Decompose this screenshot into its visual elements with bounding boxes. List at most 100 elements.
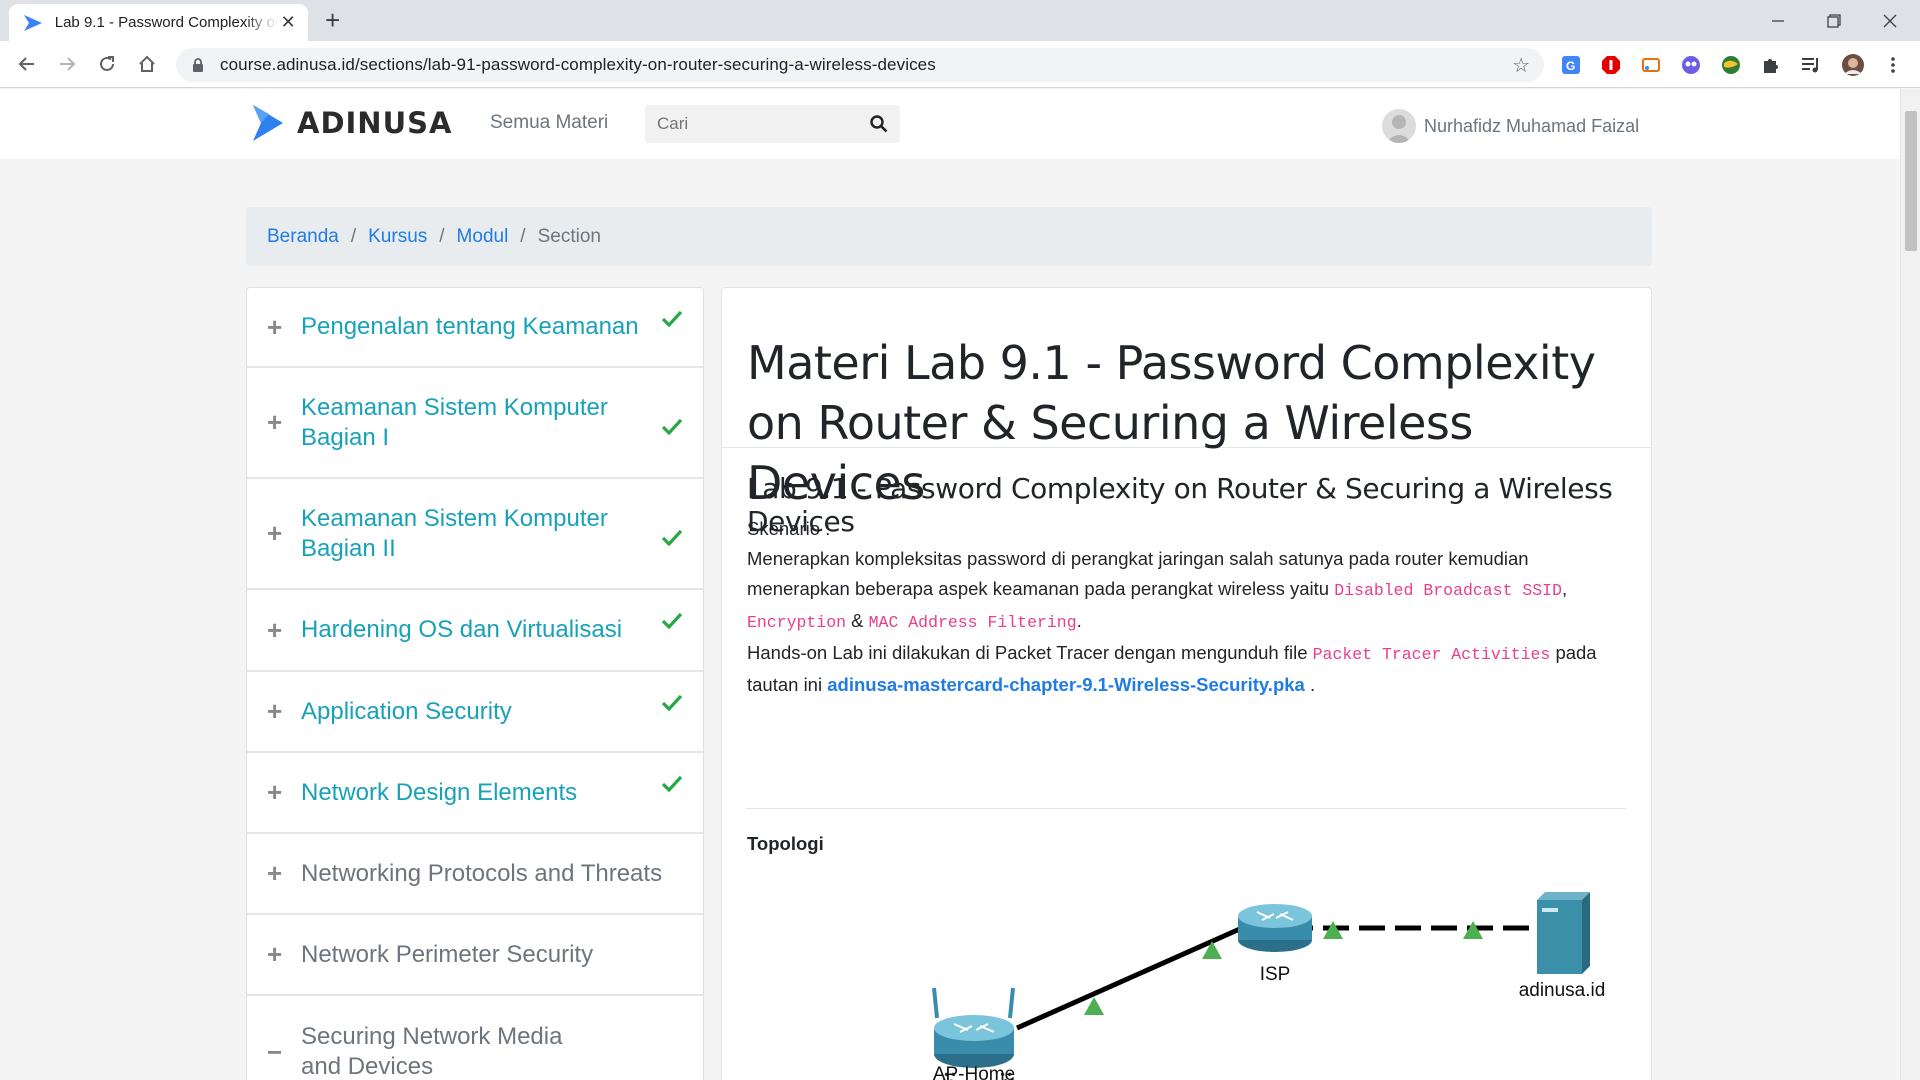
breadcrumb-beranda[interactable]: Beranda bbox=[267, 226, 339, 248]
site-navbar: ADINUSA Semua Materi Nurhafidz Muhamad F… bbox=[0, 89, 1900, 159]
search-input[interactable] bbox=[655, 113, 855, 135]
sidebar-item-application-security[interactable]: + Application Security bbox=[247, 672, 703, 753]
node-label-isp: ISP bbox=[1260, 964, 1291, 985]
url-text: course.adinusa.id/sections/lab-91-passwo… bbox=[220, 55, 936, 74]
user-avatar bbox=[1382, 109, 1416, 143]
check-icon bbox=[661, 529, 683, 547]
bookmark-star-icon[interactable]: ☆ bbox=[1512, 53, 1530, 78]
sidebar-item-network-design[interactable]: + Network Design Elements bbox=[247, 753, 703, 834]
check-icon bbox=[661, 310, 683, 328]
node-label-adinusa: adinusa.id bbox=[1519, 980, 1606, 1001]
extension-mask-icon[interactable] bbox=[1678, 52, 1704, 78]
search-box bbox=[645, 105, 900, 143]
module-label: Application Security bbox=[301, 697, 512, 725]
expand-plus-icon[interactable]: + bbox=[267, 858, 295, 889]
adinusa-logo-icon bbox=[253, 105, 283, 141]
logo-text: ADINUSA bbox=[297, 106, 453, 140]
nav-link-semua-materi[interactable]: Semua Materi bbox=[490, 112, 608, 134]
lock-icon[interactable] bbox=[190, 57, 206, 73]
extension-globe-icon[interactable] bbox=[1718, 52, 1744, 78]
adblock-icon[interactable] bbox=[1598, 52, 1624, 78]
reload-icon[interactable] bbox=[92, 49, 122, 79]
cast-icon[interactable] bbox=[1638, 52, 1664, 78]
extensions-puzzle-icon[interactable] bbox=[1758, 52, 1784, 78]
scrollbar-thumb[interactable] bbox=[1905, 111, 1917, 251]
breadcrumb: Beranda / Kursus / Modul / Section bbox=[246, 207, 1652, 266]
check-icon bbox=[661, 694, 683, 712]
wireless-router-icon bbox=[932, 987, 1015, 1068]
sidebar-item-pengenalan[interactable]: + Pengenalan tentang Keamanan bbox=[247, 288, 703, 368]
card-header: Materi Lab 9.1 - Password Complexity on … bbox=[722, 288, 1651, 510]
browser-tab[interactable]: Lab 9.1 - Password Complexity on Router … bbox=[9, 4, 308, 41]
link-ap-isp bbox=[1015, 925, 1244, 1031]
browser-menu-icon[interactable] bbox=[1880, 52, 1906, 78]
user-menu[interactable]: Nurhafidz Muhamad Faizal bbox=[1382, 109, 1639, 143]
divider bbox=[747, 808, 1627, 809]
tab-close-icon[interactable]: ✕ bbox=[278, 12, 298, 33]
google-translate-icon[interactable]: G bbox=[1558, 52, 1584, 78]
tab-title: Lab 9.1 - Password Complexity on Router … bbox=[54, 14, 278, 31]
module-label: Pengenalan tentang Keamanan bbox=[301, 313, 639, 340]
scenario-text: Skenario : Menerapkan kompleksitas passw… bbox=[747, 514, 1627, 700]
media-queue-icon[interactable] bbox=[1798, 52, 1824, 78]
address-bar[interactable]: course.adinusa.id/sections/lab-91-passwo… bbox=[176, 48, 1544, 82]
code-packet-tracer-activities: Packet Tracer Activities bbox=[1312, 645, 1551, 664]
minimize-button[interactable] bbox=[1750, 0, 1806, 41]
svg-text:G: G bbox=[1566, 59, 1575, 73]
expand-plus-icon[interactable]: + bbox=[267, 939, 295, 970]
page-scrollbar[interactable] bbox=[1900, 89, 1920, 1080]
back-icon[interactable] bbox=[12, 49, 42, 79]
check-icon bbox=[661, 418, 683, 436]
skenario-label: Skenario : bbox=[747, 518, 831, 539]
sidebar-item-networking-protocols[interactable]: + Networking Protocols and Threats bbox=[247, 834, 703, 915]
pka-download-link[interactable]: adinusa-mastercard-chapter-9.1-Wireless-… bbox=[827, 674, 1305, 695]
check-icon bbox=[661, 612, 683, 630]
breadcrumb-kursus[interactable]: Kursus bbox=[368, 226, 427, 248]
restore-button[interactable] bbox=[1806, 0, 1862, 41]
module-label: Keamanan Sistem Komputer Bagian II bbox=[301, 504, 608, 562]
module-sidebar: + Pengenalan tentang Keamanan + Keamanan… bbox=[246, 287, 704, 1080]
module-label: Network Design Elements bbox=[301, 778, 578, 806]
node-label-ap-home: AP-Home bbox=[933, 1064, 1015, 1080]
hands-on-paragraph: Hands-on Lab ini dilakukan di Packet Tra… bbox=[747, 642, 1308, 663]
new-tab-button[interactable]: + bbox=[325, 5, 340, 35]
code-encryption: Encryption bbox=[747, 613, 847, 632]
sidebar-item-network-perimeter[interactable]: + Network Perimeter Security bbox=[247, 915, 703, 996]
close-window-button[interactable] bbox=[1862, 0, 1918, 41]
collapse-minus-icon[interactable]: − bbox=[267, 1037, 295, 1068]
expand-plus-icon[interactable]: + bbox=[267, 312, 295, 343]
expand-plus-icon[interactable]: + bbox=[267, 615, 295, 646]
check-icon bbox=[661, 775, 683, 793]
user-name: Nurhafidz Muhamad Faizal bbox=[1424, 115, 1640, 136]
expand-plus-icon[interactable]: + bbox=[267, 777, 295, 808]
expand-plus-icon[interactable]: + bbox=[267, 518, 295, 549]
browser-toolbar: course.adinusa.id/sections/lab-91-passwo… bbox=[0, 41, 1920, 88]
breadcrumb-current: Section bbox=[537, 225, 601, 247]
module-label: Network Perimeter Security bbox=[301, 940, 594, 968]
code-disabled-broadcast-ssid: Disabled Broadcast SSID bbox=[1334, 581, 1562, 600]
sidebar-item-keamanan-sistem-1[interactable]: + Keamanan Sistem Komputer Bagian I bbox=[247, 368, 703, 479]
search-icon[interactable] bbox=[868, 113, 890, 135]
sidebar-item-securing-network-media[interactable]: − Securing Network Media and Devices bbox=[247, 996, 703, 1080]
module-label: Keamanan Sistem Komputer Bagian I bbox=[301, 393, 608, 451]
browser-tab-strip: Lab 9.1 - Password Complexity on Router … bbox=[0, 0, 1920, 41]
page-viewport: ADINUSA Semua Materi Nurhafidz Muhamad F… bbox=[0, 89, 1900, 1080]
sidebar-item-keamanan-sistem-2[interactable]: + Keamanan Sistem Komputer Bagian II bbox=[247, 479, 703, 590]
content-card: Materi Lab 9.1 - Password Complexity on … bbox=[721, 287, 1652, 1080]
adinusa-logo[interactable]: ADINUSA bbox=[251, 103, 452, 143]
breadcrumb-modul[interactable]: Modul bbox=[457, 226, 509, 248]
expand-plus-icon[interactable]: + bbox=[267, 407, 295, 438]
expand-plus-icon[interactable]: + bbox=[267, 696, 295, 727]
sidebar-item-hardening-os[interactable]: + Hardening OS dan Virtualisasi bbox=[247, 590, 703, 672]
module-label: Securing Network Media and Devices bbox=[301, 1023, 563, 1080]
home-icon[interactable] bbox=[132, 49, 162, 79]
module-label: Hardening OS dan Virtualisasi bbox=[301, 616, 623, 643]
profile-avatar-icon[interactable] bbox=[1840, 52, 1866, 78]
module-label: Networking Protocols and Threats bbox=[301, 859, 663, 887]
topology-diagram: ISP adinusa.id AP-Home bbox=[932, 892, 1606, 1080]
adinusa-favicon-icon bbox=[23, 12, 45, 34]
forward-icon[interactable] bbox=[52, 49, 82, 79]
server-icon bbox=[1537, 892, 1590, 974]
link-up-icon bbox=[1084, 997, 1104, 1015]
code-mac-address-filtering: MAC Address Filtering bbox=[868, 613, 1077, 632]
